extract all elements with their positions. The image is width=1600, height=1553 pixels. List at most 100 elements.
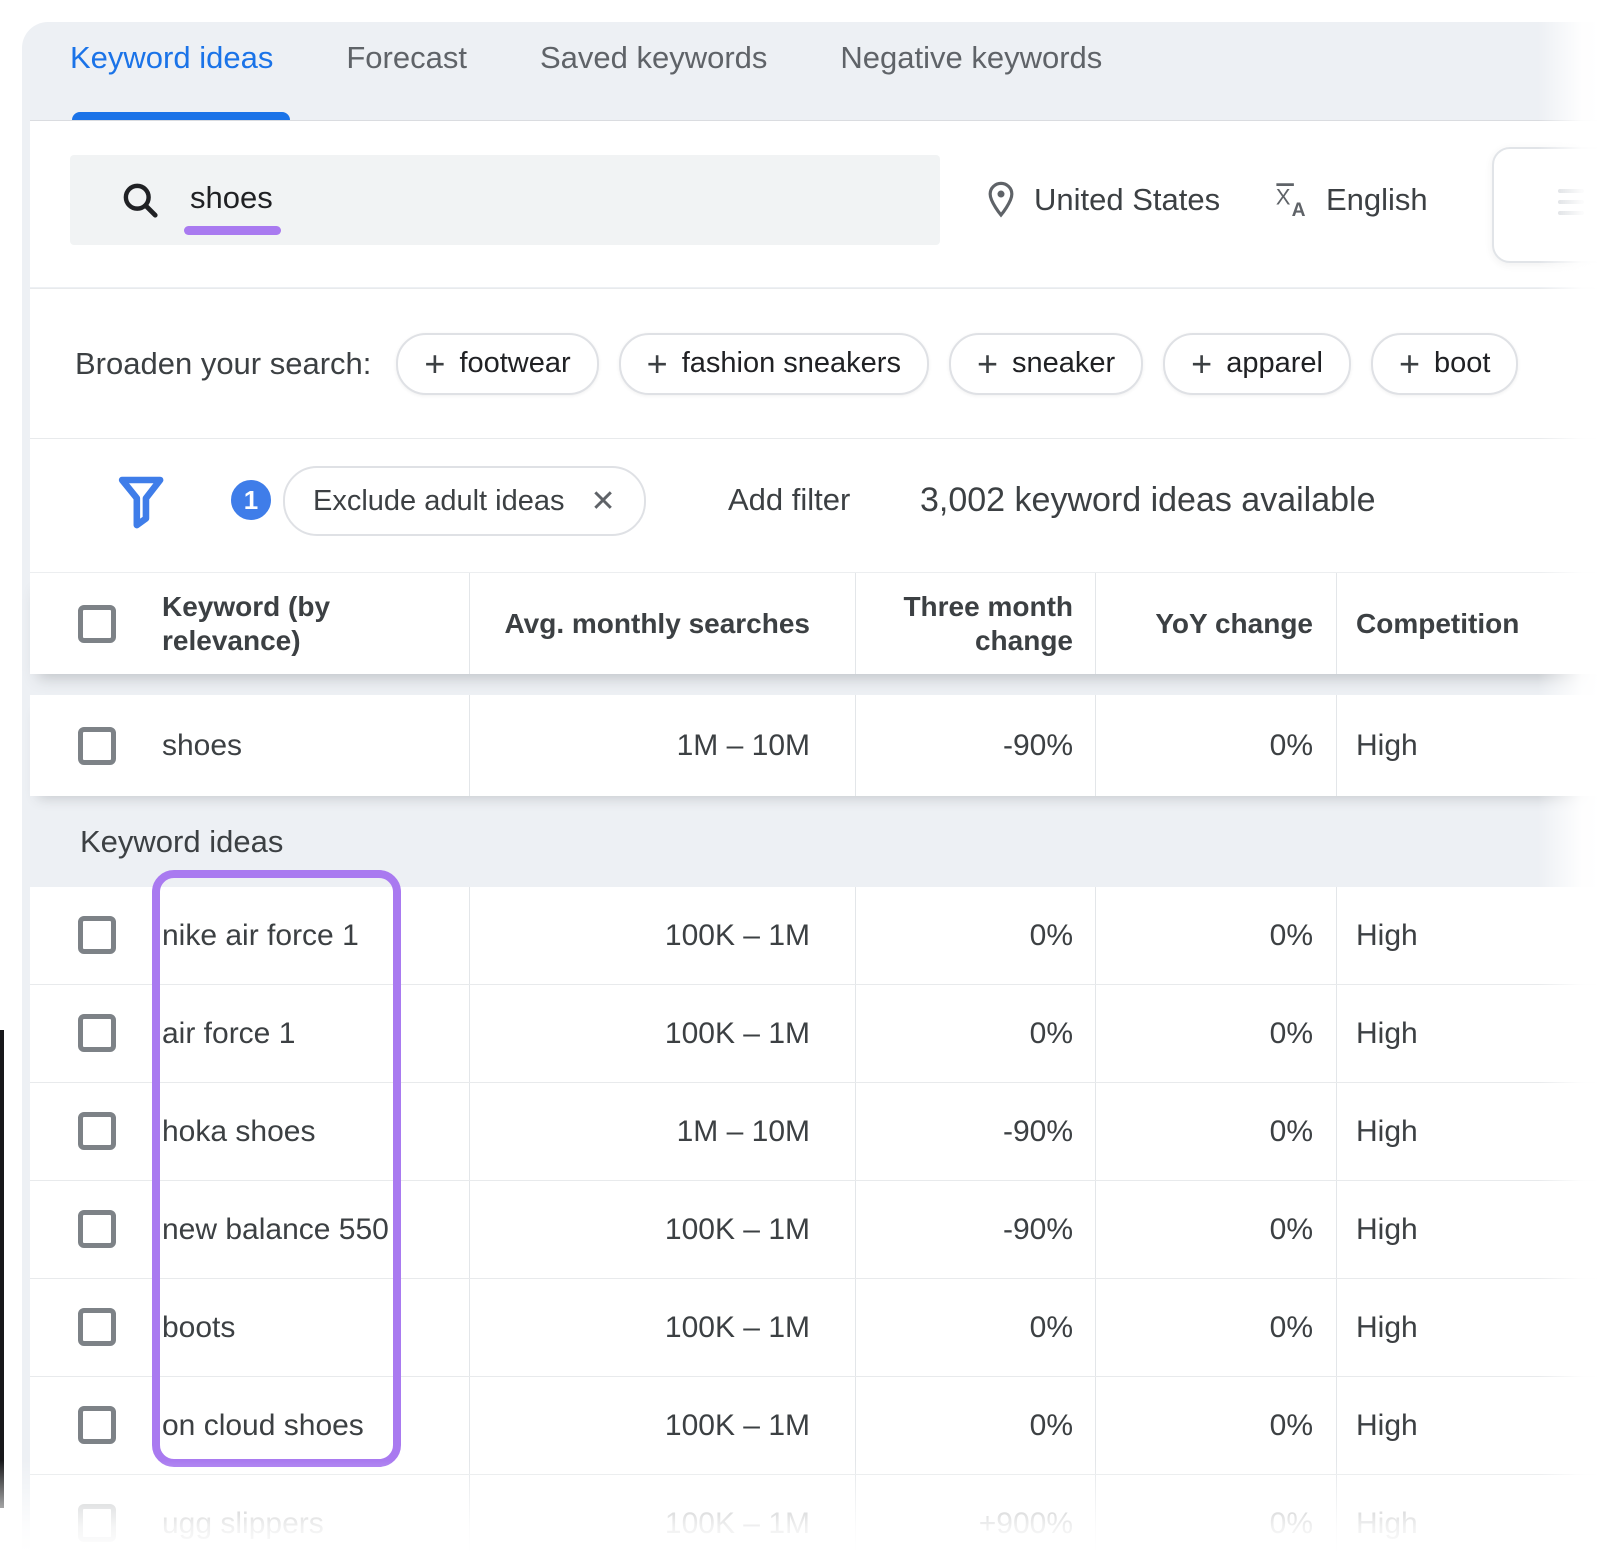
table-row: nike air force 1 100K – 1M 0% 0% High [30, 887, 1600, 985]
row-checkbox[interactable] [78, 1014, 116, 1052]
avg-monthly-searches-cell: 100K – 1M [469, 887, 810, 984]
keyword-cell: ugg slippers [162, 1475, 452, 1553]
location-pin-icon [980, 179, 1022, 221]
three-month-change-cell: 0% [885, 887, 1073, 984]
keyword-cell: nike air force 1 [162, 887, 452, 984]
avg-monthly-searches-cell: 1M – 10M [469, 695, 810, 796]
left-edge-artifact [0, 1030, 4, 1508]
query-highlight-underline [184, 226, 281, 235]
location-selector[interactable]: United States [980, 155, 1220, 245]
column-divider [1336, 695, 1337, 796]
yoy-change-cell: 0% [1095, 695, 1313, 796]
plus-icon: + [1399, 346, 1420, 382]
three-month-change-cell: 0% [885, 1377, 1073, 1474]
row-checkbox[interactable] [78, 916, 116, 954]
plus-icon: + [977, 346, 998, 382]
row-checkbox[interactable] [78, 1406, 116, 1444]
seed-keyword-row: shoes 1M – 10M -90% 0% High [30, 695, 1600, 796]
language-value: English [1326, 182, 1428, 218]
search-input[interactable]: shoes [70, 155, 940, 245]
avg-monthly-searches-cell: 1M – 10M [469, 1083, 810, 1180]
search-section: shoes United States XA English [30, 121, 1600, 287]
competition-cell: High [1356, 695, 1576, 796]
tab-negative-keywords[interactable]: Negative keywords [840, 40, 1102, 76]
translate-icon: XA [1272, 179, 1314, 221]
header-avg-monthly-searches[interactable]: Avg. monthly searches [469, 573, 810, 674]
broaden-chip-apparel[interactable]: +apparel [1163, 333, 1351, 395]
select-all-checkbox[interactable] [78, 605, 116, 643]
competition-cell: High [1356, 1083, 1576, 1180]
table-row: boots 100K – 1M 0% 0% High [30, 1279, 1600, 1377]
column-divider [1095, 573, 1096, 674]
competition-cell: High [1356, 1475, 1576, 1553]
competition-cell: High [1356, 1181, 1576, 1278]
competition-cell: High [1356, 985, 1576, 1082]
keyword-planner-page: Keyword ideas Forecast Saved keywords Ne… [0, 0, 1600, 1553]
row-checkbox[interactable] [78, 1308, 116, 1346]
header-competition[interactable]: Competition [1356, 573, 1576, 674]
avg-monthly-searches-cell: 100K – 1M [469, 1475, 810, 1553]
row-checkbox[interactable] [78, 1504, 116, 1542]
three-month-change-cell: -90% [885, 1181, 1073, 1278]
remove-filter-icon[interactable]: ✕ [591, 484, 616, 519]
sliders-icon [1558, 189, 1584, 222]
filter-bar: 1 Exclude adult ideas ✕ Add filter 3,002… [30, 438, 1600, 572]
plus-icon: + [424, 346, 445, 382]
competition-cell: High [1356, 1377, 1576, 1474]
location-value: United States [1034, 182, 1220, 218]
column-divider [855, 573, 856, 674]
plus-icon: + [1191, 346, 1212, 382]
tab-bar: Keyword ideas Forecast Saved keywords Ne… [70, 40, 1102, 76]
column-divider [1336, 573, 1337, 674]
active-filter-label: Exclude adult ideas [313, 485, 565, 518]
tab-keyword-ideas[interactable]: Keyword ideas [70, 40, 273, 76]
avg-monthly-searches-cell: 100K – 1M [469, 1279, 810, 1376]
yoy-change-cell: 0% [1095, 985, 1313, 1082]
broaden-search-label: Broaden your search: [75, 346, 371, 382]
three-month-change-cell: -90% [885, 695, 1073, 796]
keyword-cell: shoes [162, 695, 452, 796]
column-divider [469, 573, 470, 674]
yoy-change-cell: 0% [1095, 1083, 1313, 1180]
active-filter-chip[interactable]: Exclude adult ideas ✕ [283, 466, 646, 536]
broaden-chip-sneaker[interactable]: +sneaker [949, 333, 1143, 395]
search-settings-button[interactable] [1492, 147, 1600, 263]
tab-forecast[interactable]: Forecast [346, 40, 467, 76]
table-row: hoka shoes 1M – 10M -90% 0% High [30, 1083, 1600, 1181]
table-row: on cloud shoes 100K – 1M 0% 0% High [30, 1377, 1600, 1475]
table-header-row: Keyword (by relevance) Avg. monthly sear… [30, 572, 1600, 674]
tab-saved-keywords[interactable]: Saved keywords [540, 40, 767, 76]
avg-monthly-searches-cell: 100K – 1M [469, 985, 810, 1082]
results-summary: 3,002 keyword ideas available [920, 439, 1376, 561]
competition-cell: High [1356, 887, 1576, 984]
filter-funnel-icon[interactable]: 1 [112, 461, 188, 537]
yoy-change-cell: 0% [1095, 1377, 1313, 1474]
yoy-change-cell: 0% [1095, 887, 1313, 984]
row-checkbox[interactable] [78, 1112, 116, 1150]
header-yoy-change[interactable]: YoY change [1095, 573, 1313, 674]
broaden-chip-boot[interactable]: +boot [1371, 333, 1518, 395]
keyword-cell: new balance 550 [162, 1181, 452, 1278]
avg-monthly-searches-cell: 100K – 1M [469, 1377, 810, 1474]
row-checkbox[interactable] [78, 1210, 116, 1248]
keyword-cell: on cloud shoes [162, 1377, 452, 1474]
three-month-change-cell: 0% [885, 985, 1073, 1082]
search-icon [118, 178, 162, 222]
column-divider [855, 695, 856, 796]
keyword-cell: air force 1 [162, 985, 452, 1082]
broaden-chip-fashion-sneakers[interactable]: +fashion sneakers [619, 333, 929, 395]
yoy-change-cell: 0% [1095, 1475, 1313, 1553]
add-filter-button[interactable]: Add filter [728, 439, 850, 561]
table-rows: nike air force 1 100K – 1M 0% 0% High ai… [30, 887, 1600, 1553]
language-selector[interactable]: XA English [1272, 155, 1428, 245]
table-row: air force 1 100K – 1M 0% 0% High [30, 985, 1600, 1083]
keyword-ideas-table: nike air force 1 100K – 1M 0% 0% High ai… [30, 887, 1600, 1553]
yoy-change-cell: 0% [1095, 1181, 1313, 1278]
header-three-month-change[interactable]: Three month change [885, 573, 1073, 674]
row-checkbox[interactable] [78, 727, 116, 765]
plus-icon: + [647, 346, 668, 382]
three-month-change-cell: +900% [885, 1475, 1073, 1553]
broaden-chip-footwear[interactable]: +footwear [396, 333, 598, 395]
column-divider [1095, 695, 1096, 796]
header-keyword[interactable]: Keyword (by relevance) [162, 573, 372, 674]
